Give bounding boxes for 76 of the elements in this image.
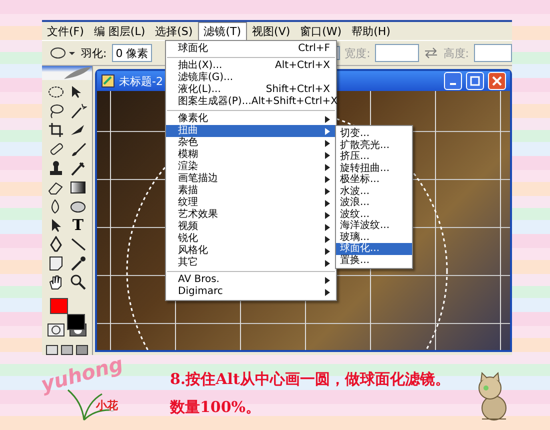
stamp-icon[interactable]	[47, 160, 65, 176]
menu-item[interactable]: 滤镜(T)	[198, 22, 248, 40]
submenu-item[interactable]: 像素化	[166, 113, 336, 125]
submenu-item[interactable]: 渲染	[166, 161, 336, 173]
menu-item[interactable]: 挤压...	[336, 151, 412, 162]
submenu-item[interactable]: 其它	[166, 257, 336, 269]
document-icon	[101, 74, 115, 88]
note-icon[interactable]	[47, 255, 65, 271]
feather-label: 羽化:	[81, 46, 107, 60]
submenu-item[interactable]: 纹理	[166, 197, 336, 209]
screen-mode-icon[interactable]	[61, 345, 73, 355]
submenu-item[interactable]: 视频	[166, 221, 336, 233]
menu-item[interactable]: 极坐标...	[336, 174, 412, 186]
submenu-item[interactable]: 艺术效果	[166, 209, 336, 221]
menu-item[interactable]: 选择(S)	[150, 22, 198, 40]
height-field[interactable]	[474, 44, 512, 62]
menu-item[interactable]: 扩散亮光...	[336, 140, 412, 151]
menu-item[interactable]: 球面化 Ctrl+F	[166, 43, 336, 55]
menu-item[interactable]: 玻璃...	[336, 232, 412, 243]
menu-item[interactable]: 水波...	[336, 186, 412, 197]
screen-mode-icon[interactable]	[76, 345, 88, 355]
ellipse-marquee-icon[interactable]	[50, 46, 76, 60]
feather-icon	[62, 66, 92, 80]
menu-item[interactable]: 置换...	[336, 254, 412, 266]
caption-text: 8.按住Alt从中心画一圆，做球面化滤镜。	[170, 369, 450, 390]
foreground-color-swatch[interactable]	[50, 298, 68, 314]
caption-text: 数量100%。	[170, 397, 262, 418]
screen-mode-icon[interactable]	[46, 345, 58, 355]
brush-icon[interactable]	[69, 141, 87, 157]
ellipse-marquee-icon[interactable]	[47, 84, 65, 100]
menu-item[interactable]: 窗口(W)	[295, 22, 347, 40]
submenu-item[interactable]: 杂色	[166, 137, 336, 149]
height-label: 高度:	[443, 46, 469, 60]
menu-item[interactable]: 液化(L)... Shift+Ctrl+X	[166, 84, 336, 96]
text-tool[interactable]: T	[69, 217, 87, 233]
menu-item[interactable]: 抽出(X)... Alt+Ctrl+X	[166, 60, 336, 72]
swap-arrows-icon[interactable]	[424, 47, 438, 59]
background-color-swatch[interactable]	[67, 314, 85, 330]
menu-item[interactable]: 海洋波纹...	[336, 220, 412, 232]
submenu-item[interactable]: 模糊	[166, 149, 336, 161]
magic-wand-icon[interactable]	[69, 103, 87, 119]
eyedropper-icon[interactable]	[69, 255, 87, 271]
menu-item[interactable]: 文件(F)	[42, 22, 89, 40]
submenu-item[interactable]: 素描	[166, 185, 336, 197]
slice-knife-icon[interactable]	[69, 122, 87, 138]
menu-item[interactable]: 编 图层(L)	[88, 22, 150, 40]
feather-field[interactable]: 0 像素	[112, 44, 152, 62]
submenu-item[interactable]: 扭曲	[166, 125, 336, 137]
standard-mode-icon[interactable]	[47, 323, 65, 337]
submenu-item[interactable]: AV Bros.	[166, 274, 336, 286]
submenu-item[interactable]: 锐化	[166, 233, 336, 245]
submenu-item[interactable]: 风格化	[166, 245, 336, 257]
width-label: 宽度:	[344, 46, 370, 60]
zoom-icon[interactable]	[69, 274, 87, 290]
menu-item[interactable]: 图案生成器(P)...Alt+Shift+Ctrl+X	[166, 96, 336, 108]
submenu-item[interactable]: Digimarc	[166, 286, 336, 298]
menu-item[interactable]: 切变...	[336, 128, 412, 140]
maximize-button[interactable]	[466, 72, 484, 90]
close-icon	[492, 76, 502, 86]
width-field[interactable]	[375, 44, 420, 62]
maximize-icon	[470, 76, 480, 86]
window-title: 未标题-2	[119, 74, 163, 88]
menu-item[interactable]: 波浪...	[336, 197, 412, 208]
close-button[interactable]	[488, 72, 506, 90]
menu-item[interactable]: 滤镜库(G)...	[166, 72, 336, 84]
menu-item[interactable]: 帮助(H)	[346, 22, 396, 40]
line-icon[interactable]	[69, 236, 87, 252]
minimize-icon	[450, 83, 456, 85]
minimize-button[interactable]	[444, 72, 462, 90]
submenu-item[interactable]: 画笔描边	[166, 173, 336, 185]
menu-item[interactable]: 旋转扭曲...	[336, 162, 412, 174]
gradient-icon[interactable]	[69, 179, 87, 195]
menu-item[interactable]: 波纹...	[336, 208, 412, 220]
crop-icon[interactable]	[47, 122, 65, 138]
menu-item[interactable]: 球面化...	[336, 243, 412, 254]
menu-item[interactable]: 视图(V)	[247, 22, 296, 40]
